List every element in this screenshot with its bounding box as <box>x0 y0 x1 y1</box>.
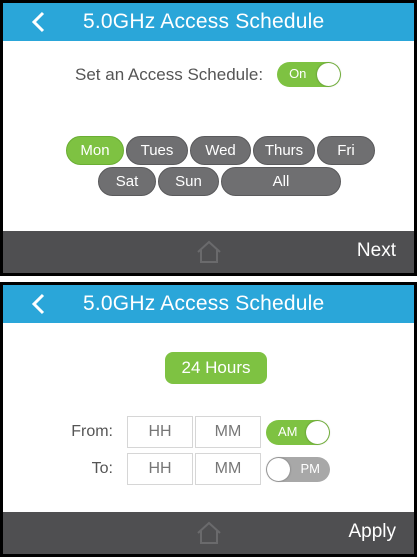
footer-bar: Apply <box>3 512 414 554</box>
next-button[interactable]: Next <box>357 240 396 262</box>
to-ampm-toggle[interactable]: PM <box>266 457 330 482</box>
toggle-state-label: PM <box>300 461 321 476</box>
back-button[interactable] <box>25 291 51 317</box>
day-button-wed[interactable]: Wed <box>190 136 251 165</box>
toggle-knob <box>306 421 329 444</box>
home-icon[interactable] <box>196 521 222 545</box>
toggle-state-label: On <box>289 66 307 81</box>
to-minute-field[interactable] <box>195 453 261 485</box>
day-button-fri[interactable]: Fri <box>317 136 375 165</box>
home-icon[interactable] <box>196 240 222 264</box>
from-label: From: <box>71 423 113 440</box>
schedule-time-screen: 5.0GHz Access Schedule 24 Hours From: AM… <box>3 285 414 554</box>
toggle-state-label: AM <box>278 424 298 439</box>
chevron-left-icon <box>31 293 45 315</box>
toggle-knob <box>267 458 290 481</box>
day-button-thurs[interactable]: Thurs <box>253 136 315 165</box>
page-title: 5.0GHz Access Schedule <box>83 10 325 33</box>
day-button-sat[interactable]: Sat <box>98 167 156 196</box>
schedule-days-panel: 5.0GHz Access Schedule Set an Access Sch… <box>0 0 417 276</box>
day-button-sun[interactable]: Sun <box>158 167 219 196</box>
schedule-time-panel: 5.0GHz Access Schedule 24 Hours From: AM… <box>0 282 417 557</box>
day-button-mon[interactable]: Mon <box>66 136 124 165</box>
title-bar: 5.0GHz Access Schedule <box>3 285 414 323</box>
from-minute-field[interactable] <box>195 416 261 448</box>
day-button-tues[interactable]: Tues <box>126 136 188 165</box>
24-hours-button[interactable]: 24 Hours <box>165 352 267 384</box>
from-ampm-toggle[interactable]: AM <box>266 420 330 445</box>
day-button-all[interactable]: All <box>221 167 341 196</box>
schedule-toggle[interactable]: On <box>277 62 342 87</box>
schedule-label: Set an Access Schedule: <box>75 64 264 84</box>
apply-button[interactable]: Apply <box>348 521 396 543</box>
title-bar: 5.0GHz Access Schedule <box>3 3 414 41</box>
chevron-left-icon <box>31 11 45 33</box>
schedule-days-screen: 5.0GHz Access Schedule Set an Access Sch… <box>3 3 414 273</box>
to-label: To: <box>91 460 113 477</box>
from-hour-field[interactable] <box>127 416 193 448</box>
schedule-setting-row: Set an Access Schedule: On <box>75 62 342 87</box>
footer-bar: Next <box>3 231 414 273</box>
toggle-knob <box>317 63 341 86</box>
page-title: 5.0GHz Access Schedule <box>83 292 325 315</box>
to-hour-field[interactable] <box>127 453 193 485</box>
back-button[interactable] <box>25 9 51 35</box>
